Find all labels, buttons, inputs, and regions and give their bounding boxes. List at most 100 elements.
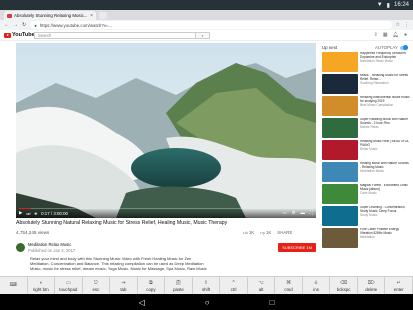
nav-home-icon[interactable]: ○ bbox=[205, 298, 210, 307]
settings-gear-icon[interactable]: ⚙ bbox=[292, 210, 296, 216]
youtube-logo-text: YouTube bbox=[12, 32, 35, 38]
autoplay-toggle[interactable] bbox=[400, 45, 408, 50]
video-thumbnail[interactable] bbox=[322, 118, 358, 138]
video-thumbnail[interactable] bbox=[322, 184, 358, 204]
theater-mode-icon[interactable]: ▬ bbox=[301, 210, 305, 216]
key-alt[interactable]: ⌥ alt bbox=[248, 277, 276, 294]
up-next-title[interactable]: Super Learning - Concentration, Study Mu… bbox=[360, 206, 405, 213]
video-thumbnail[interactable] bbox=[322, 96, 358, 116]
key-ins[interactable]: ⎀ ins bbox=[303, 277, 331, 294]
reload-icon[interactable]: ↻ bbox=[22, 22, 26, 28]
up-next-title[interactable]: Happiness Frequency Serotonin, Dopamine … bbox=[360, 52, 406, 59]
touchpad-icon: ▭ bbox=[65, 279, 71, 286]
video-player[interactable]: ▶ ⏭ 🔊︎ 0:17 / 3:00:00 ▭ ⚙ ▬ ⛶ bbox=[16, 43, 316, 218]
search-input[interactable]: Search ⌕ bbox=[34, 32, 210, 39]
key-tab[interactable]: ⇥ tab bbox=[110, 277, 138, 294]
video-thumbnail[interactable] bbox=[322, 52, 358, 72]
bookmark-star-icon[interactable]: ☆ bbox=[396, 22, 400, 28]
url-field[interactable]: ● https://www.youtube.com/watch?v=... bbox=[30, 21, 392, 29]
key-ctrl[interactable]: ^ ctrl bbox=[220, 277, 248, 294]
up-next-item[interactable]: Super Relaxing Music with Nature Sounds … bbox=[322, 118, 410, 139]
up-next-meta: Meditation bbox=[360, 234, 375, 239]
like-count: 1K bbox=[248, 230, 255, 235]
address-bar-row: ← → ↻ ● https://www.youtube.com/watch?v=… bbox=[0, 20, 413, 30]
volume-icon[interactable]: 🔊︎ bbox=[34, 211, 37, 216]
up-next-item[interactable]: Happiness Frequency Serotonin, Dopamine … bbox=[322, 52, 410, 73]
channel-avatar[interactable] bbox=[16, 242, 25, 252]
next-icon[interactable]: ⏭ bbox=[26, 211, 30, 216]
up-next-item[interactable]: Relaxing Music Rest | BEAUTIFUL PIANO Rel… bbox=[322, 140, 410, 161]
video-thumbnail[interactable] bbox=[322, 206, 358, 226]
up-next-text: Music... Relaxing Music for Stress Relie… bbox=[360, 74, 410, 95]
captions-icon[interactable]: ▭ bbox=[282, 210, 286, 216]
key-label: delete bbox=[365, 286, 378, 292]
up-next-item[interactable]: Super Learning - Concentration, Study Mu… bbox=[322, 206, 410, 227]
status-time: 16:24 bbox=[393, 2, 409, 8]
key-bckspc[interactable]: ⌫ bckspc bbox=[330, 277, 358, 294]
fullscreen-icon[interactable]: ⛶ bbox=[310, 210, 313, 216]
key-paste[interactable]: 📋︎ paste bbox=[165, 277, 193, 294]
key-copy[interactable]: ⧉ copy bbox=[138, 277, 166, 294]
up-next-title[interactable]: Pure Clean Positive Energy Vibration 528… bbox=[360, 228, 399, 235]
autoplay-control[interactable]: AUTOPLAY bbox=[375, 45, 408, 50]
up-next-item[interactable]: Healing Music with Nature Sounds - Relax… bbox=[322, 162, 410, 183]
back-icon[interactable]: ← bbox=[4, 22, 9, 28]
subscribe-button[interactable]: SUBSCRIBE 1M bbox=[278, 242, 316, 252]
nav-back-icon[interactable]: ◁ bbox=[139, 298, 145, 307]
key-keyboard[interactable]: ⌨ bbox=[0, 277, 28, 294]
new-tab-button[interactable] bbox=[99, 12, 107, 19]
key-label: tab bbox=[120, 286, 127, 292]
up-next-title[interactable]: Music... Relaxing Music for Stress Relie… bbox=[360, 74, 408, 81]
up-next-item[interactable]: Magical Forest - Enchanted Celtic Music … bbox=[322, 184, 410, 205]
key-delete[interactable]: ⌦ delete bbox=[358, 277, 386, 294]
like-button[interactable]: 👍︎ 1K bbox=[243, 230, 254, 236]
key-esc[interactable]: ⎋ esc bbox=[83, 277, 111, 294]
key-cmd[interactable]: ⌘ cmd bbox=[275, 277, 303, 294]
upload-icon[interactable]: ⇪ bbox=[374, 32, 378, 38]
key-right-btn[interactable]: ◖ right btn bbox=[28, 277, 56, 294]
share-button[interactable]: SHARE bbox=[277, 230, 292, 236]
tab-icon: ⇥ bbox=[121, 279, 126, 286]
youtube-logo[interactable]: YouTube bbox=[4, 32, 35, 38]
search-icon[interactable]: ⌕ bbox=[195, 33, 209, 38]
up-next-item[interactable]: Relaxing Instrumental house music for st… bbox=[322, 96, 410, 117]
apps-icon[interactable]: ▦ bbox=[383, 32, 388, 38]
key-touchpad[interactable]: ▭ touchpad bbox=[55, 277, 83, 294]
key-enter[interactable]: ↵ enter bbox=[385, 277, 413, 294]
engagement-bar: 👍︎ 1K 👎︎ 1K SHARE bbox=[243, 230, 292, 236]
nav-recents-icon[interactable]: □ bbox=[270, 298, 275, 307]
up-next-text: Super Learning - Concentration, Study Mu… bbox=[360, 206, 410, 227]
up-next-text: Healing Music with Nature Sounds - Relax… bbox=[360, 162, 410, 183]
dislike-button[interactable]: 👎︎ 1K bbox=[260, 230, 271, 236]
browser-tab[interactable]: Absolutely Stunning Relaxing Music... × bbox=[4, 11, 96, 20]
up-next-item[interactable]: Pure Clean Positive Energy Vibration 528… bbox=[322, 228, 410, 249]
account-icon[interactable]: ● bbox=[404, 32, 407, 38]
play-pause-icon[interactable]: ▶ bbox=[19, 210, 22, 216]
up-next-title[interactable]: Healing Music with Nature Sounds - Relax… bbox=[360, 162, 409, 169]
channel-meta: Meditation Relax Music Published on Jan … bbox=[28, 242, 75, 253]
key-shift[interactable]: ⇧ shift bbox=[193, 277, 221, 294]
video-thumbnail[interactable] bbox=[322, 162, 358, 182]
up-next-title[interactable]: Super Relaxing Music with Nature Sounds … bbox=[360, 118, 408, 125]
menu-dots-icon[interactable]: ⋮ bbox=[404, 22, 409, 28]
notifications-icon[interactable]: 🔔︎ bbox=[393, 32, 399, 38]
video-thumbnail[interactable] bbox=[322, 74, 358, 94]
video-thumbnail[interactable] bbox=[322, 228, 358, 248]
key-label: right btn bbox=[32, 286, 49, 292]
up-next-text: Relaxing Instrumental house music for st… bbox=[360, 96, 410, 117]
up-next-title[interactable]: Magical Forest - Enchanted Celtic Music … bbox=[360, 184, 408, 191]
up-next-meta: Relax Music bbox=[360, 146, 378, 151]
video-thumbnail[interactable] bbox=[322, 140, 358, 160]
forward-icon[interactable]: → bbox=[13, 22, 18, 28]
up-next-title[interactable]: Relaxing Instrumental house music for st… bbox=[360, 96, 410, 103]
up-next-title[interactable]: Relaxing Music Rest | BEAUTIFUL PIANO bbox=[360, 140, 409, 147]
status-bar: ▼ ▮ 16:24 bbox=[0, 0, 413, 10]
up-next-meta: Soothing Relaxation bbox=[360, 80, 389, 85]
mouse-icon: ◖ bbox=[39, 279, 43, 286]
close-tab-icon[interactable]: × bbox=[90, 13, 93, 19]
copy-icon: ⧉ bbox=[149, 279, 153, 286]
channel-name[interactable]: Meditation Relax Music bbox=[28, 242, 75, 247]
enter-icon: ↵ bbox=[396, 279, 401, 286]
up-next-item[interactable]: Music... Relaxing Music for Stress Relie… bbox=[322, 74, 410, 95]
lock-icon: ● bbox=[34, 22, 37, 28]
